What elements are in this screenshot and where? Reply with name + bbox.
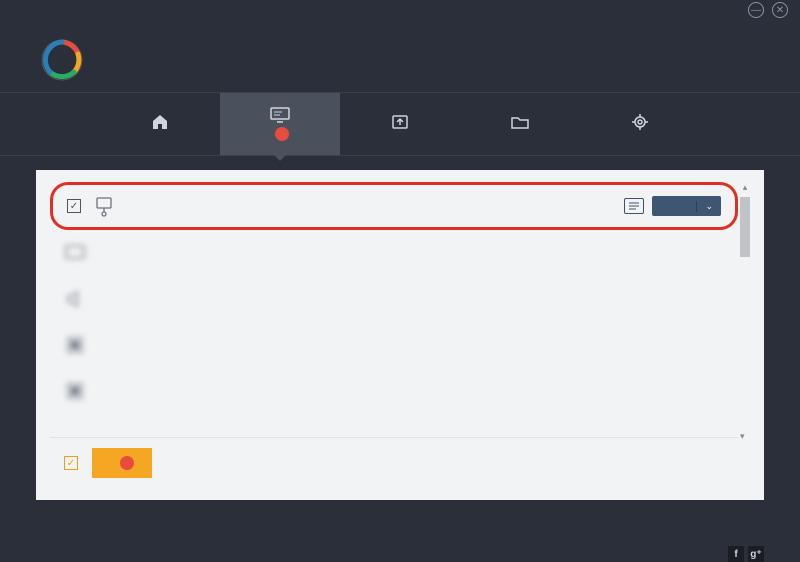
nav-backup[interactable] [340,93,460,155]
minimize-button[interactable]: — [748,2,764,18]
content-panel: ✓ ⌄ [36,170,764,500]
select-all-checkbox[interactable]: ✓ [64,456,78,470]
updates-badge [275,127,289,141]
update-dropdown-icon[interactable]: ⌄ [696,201,721,212]
audio-icon [64,288,86,310]
network-icon [93,195,115,217]
display-icon [64,242,86,264]
driver-row[interactable] [50,230,738,276]
driver-row-highlighted[interactable]: ✓ ⌄ [50,182,738,230]
nav-restore[interactable] [460,93,580,155]
scroll-thumb[interactable] [740,197,750,257]
driver-row[interactable] [50,368,738,414]
scroll-down-icon[interactable]: ▾ [740,431,745,442]
device-icon [64,380,86,402]
driver-list: ✓ ⌄ [50,182,738,442]
driver-row[interactable] [50,276,738,322]
gear-icon [630,114,650,130]
folder-icon [510,114,530,130]
monitor-icon [270,107,290,123]
action-footer: ✓ [50,437,738,488]
download-install-button[interactable] [92,448,152,478]
backup-icon [390,114,410,130]
scrollbar[interactable]: ▴ ▾ [740,182,750,442]
main-nav [0,92,800,156]
app-logo-icon [40,38,84,82]
close-button[interactable]: ✕ [772,2,788,18]
scroll-up-icon[interactable]: ▴ [740,182,750,193]
window-titlebar: — ✕ [0,0,800,20]
nav-home[interactable] [100,93,220,155]
driver-row[interactable] [50,322,738,368]
nav-driver-updates[interactable] [220,93,340,155]
device-icon [64,334,86,356]
download-badge [120,456,134,470]
details-icon[interactable] [624,198,644,214]
checkbox[interactable]: ✓ [67,199,81,213]
update-button[interactable]: ⌄ [652,196,721,216]
home-icon [150,114,170,130]
app-header [0,20,800,92]
nav-settings[interactable] [580,93,700,155]
